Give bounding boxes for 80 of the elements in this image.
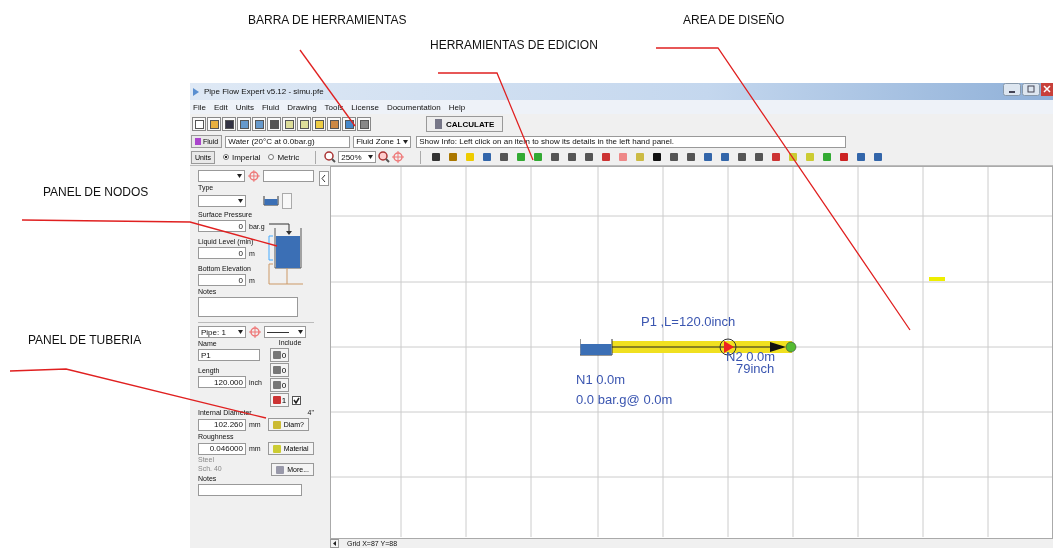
menu-item[interactable]: Documentation [386, 102, 441, 112]
toolbar-icon[interactable] [327, 117, 341, 131]
minimize-button[interactable] [1003, 83, 1021, 96]
drawing-tool-icon[interactable] [667, 150, 681, 164]
zoom-in-icon[interactable] [378, 151, 391, 163]
toolbar-icon[interactable] [222, 117, 236, 131]
unit-radio[interactable]: Imperial [222, 152, 261, 162]
caret-icon[interactable] [368, 155, 374, 159]
annotation-label: BARRA DE HERRAMIENTAS [248, 13, 407, 27]
app-icon [192, 86, 200, 97]
toolbar-icon[interactable] [207, 117, 221, 131]
scroll-left-button[interactable] [330, 539, 339, 548]
tank-icon [263, 196, 279, 206]
diameter-field[interactable]: 102.260 [198, 418, 246, 431]
drawing-tool-icon[interactable] [548, 150, 562, 164]
tag-marker [929, 277, 945, 281]
zoom-select[interactable]: 250% [338, 151, 377, 163]
component-count-button[interactable]: 0 [269, 363, 290, 377]
drawing-tool-icon[interactable] [497, 150, 511, 164]
pipe-select[interactable]: Pipe: 1 [198, 326, 246, 338]
menu-item[interactable]: File [193, 102, 206, 112]
pipe-label: P1 ,L=120.0inch [641, 316, 736, 328]
annotation-label: PANEL DE NODOS [43, 185, 149, 199]
toolbar-icon[interactable] [267, 117, 281, 131]
toolbar-icon[interactable] [252, 117, 266, 131]
toolbar-icon[interactable] [237, 117, 251, 131]
node-label: N2 0.0m [726, 351, 776, 363]
caret-icon[interactable] [298, 330, 303, 334]
caret-icon[interactable] [403, 139, 409, 144]
caret-icon[interactable] [238, 199, 243, 203]
menu-item[interactable]: Help [448, 102, 466, 112]
zoom-out-icon[interactable] [324, 151, 337, 163]
include-checkbox[interactable] [292, 395, 302, 405]
node-name-field[interactable] [262, 170, 314, 182]
pressure-field[interactable]: 0 [198, 220, 246, 232]
toolbar-icon[interactable] [282, 117, 296, 131]
node-label: N1 0.0m [576, 374, 626, 386]
line-style-select[interactable] [264, 326, 306, 338]
node-label: 0.0 bar.g@ 0.0m [576, 394, 673, 406]
menu-item[interactable]: Units [235, 102, 254, 112]
annotation-label: PANEL DE TUBERIA [28, 333, 142, 347]
elevation-field[interactable]: 0 [198, 274, 246, 286]
notes-field[interactable] [198, 297, 298, 317]
toolbar-icon[interactable] [192, 117, 206, 131]
component-count-button[interactable]: 1 [269, 393, 290, 407]
drawing-tool-icon[interactable] [565, 150, 579, 164]
menu-item[interactable]: Drawing [287, 102, 317, 112]
collapse-button[interactable] [319, 171, 329, 186]
close-button[interactable] [1041, 83, 1053, 96]
drawing-tool-icon[interactable] [582, 150, 596, 164]
calculate-button[interactable]: CALCULATE [426, 116, 504, 132]
annotation-label: AREA DE DISEÑO [683, 13, 785, 27]
caret-icon[interactable] [237, 174, 243, 178]
roughness-field[interactable]: 0.046000 [198, 442, 246, 455]
annotation-label: HERRAMIENTAS DE EDICION [430, 38, 598, 52]
fluid-zone-select[interactable]: Fluid Zone 1 [353, 135, 412, 148]
drawing-tool-icon[interactable] [735, 150, 749, 164]
drawing-tool-icon[interactable] [752, 150, 766, 164]
component-count-button[interactable]: 0 [269, 378, 290, 392]
toolbar-icon[interactable] [297, 117, 311, 131]
menu-item[interactable]: Edit [213, 102, 228, 112]
drawing-tool-icon[interactable] [429, 150, 443, 164]
toolbar-icon[interactable] [312, 117, 326, 131]
window-title: Pipe Flow Expert v5.12 - simu.pfe [204, 87, 324, 96]
toolbar-icon[interactable] [342, 117, 356, 131]
menu-item[interactable]: License [351, 102, 379, 112]
pipe-name-field[interactable]: P1 [198, 349, 260, 361]
unit-radio[interactable]: Metric [268, 152, 300, 162]
fluid-field[interactable]: Water (20°C at 0.0bar.g) [225, 135, 351, 148]
node-select[interactable] [198, 170, 246, 182]
length-field[interactable]: 120.000 [198, 376, 246, 388]
menu-item[interactable]: Fluid [261, 102, 280, 112]
drawing-tool-icon[interactable] [650, 150, 664, 164]
drawing-tool-icon[interactable] [684, 150, 698, 164]
liquid-level-field[interactable]: 0 [198, 247, 246, 259]
component-count-button[interactable]: 0 [269, 348, 290, 362]
pump-label: 79inch [736, 363, 775, 375]
notes-field[interactable] [198, 484, 302, 496]
toolbar-icon[interactable] [357, 117, 371, 131]
caret-icon[interactable] [238, 330, 243, 334]
